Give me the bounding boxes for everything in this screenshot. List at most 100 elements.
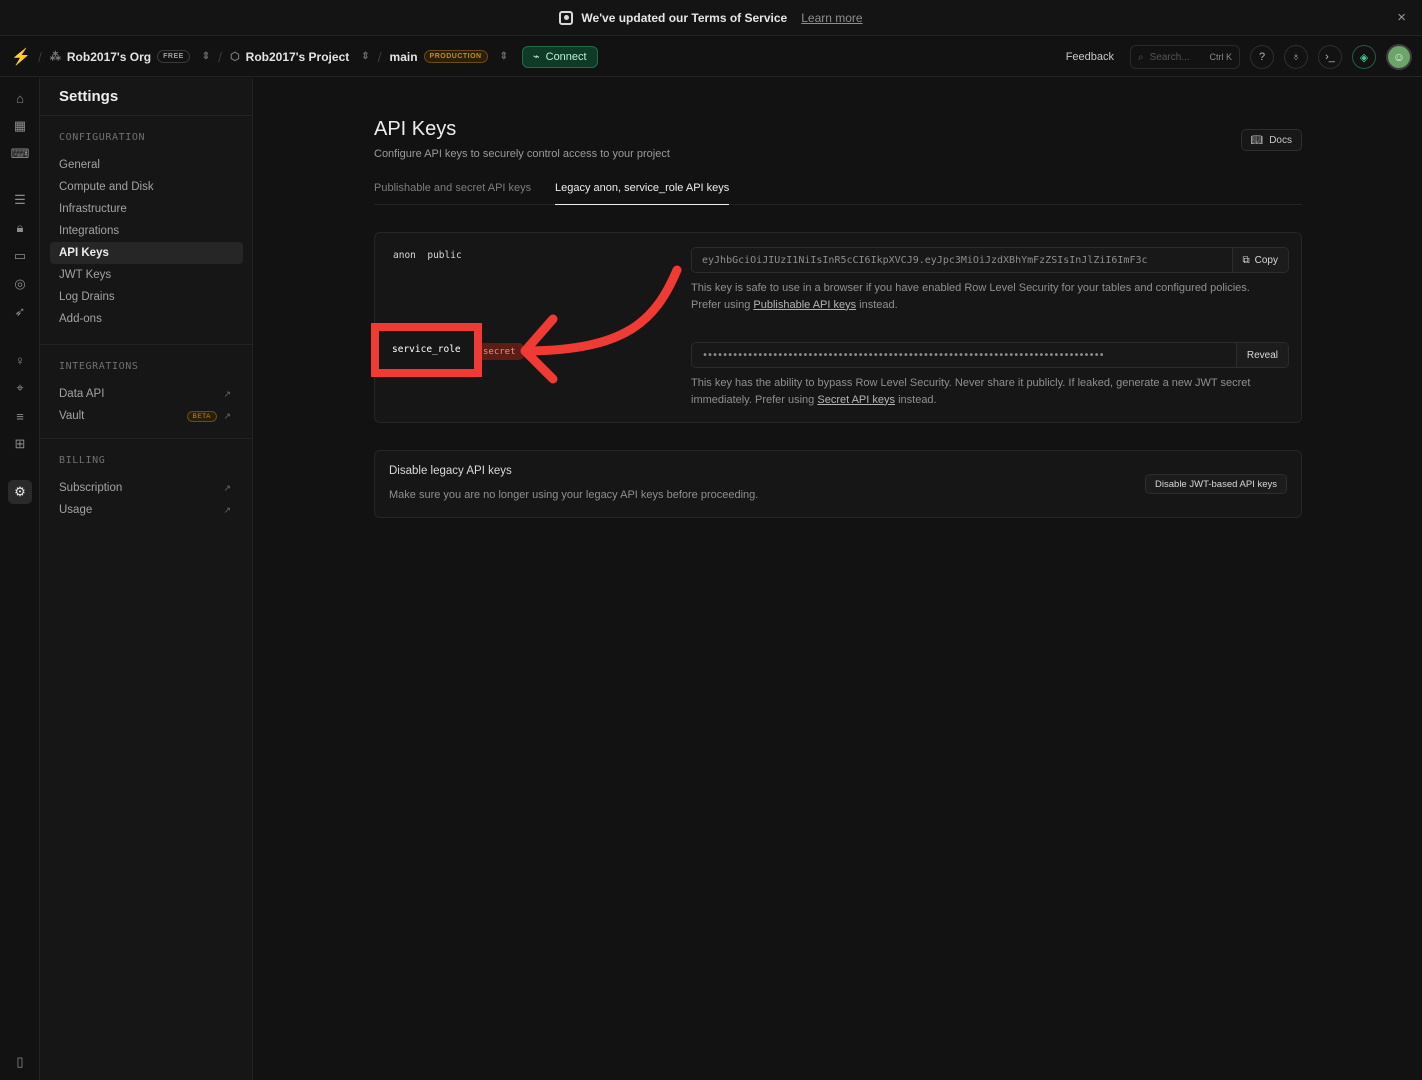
chevron-updown-icon: ⇕ bbox=[201, 51, 211, 62]
branch-name: main bbox=[389, 49, 418, 64]
assistant-icon[interactable]: ◈ bbox=[1352, 45, 1376, 69]
org-name: Rob2017's Org bbox=[66, 49, 152, 64]
plug-icon: ⌁ bbox=[533, 51, 540, 63]
realtime-icon[interactable]: ➶ bbox=[8, 300, 32, 324]
icon-rail: ⌂ ▦ ⌨ ☰ 🔒︎ ▭ ◎ ➶ ♀ ⌖ ≡ ⊞ ⚙ ▯ bbox=[0, 78, 40, 1080]
project-selector[interactable]: ⬡ Rob2017's Project ⇕ bbox=[230, 50, 370, 64]
sidebar-title: Settings bbox=[40, 78, 252, 116]
sidebar-item-integrations[interactable]: Integrations bbox=[50, 220, 243, 242]
auth-lock-icon[interactable]: 🔒︎ bbox=[8, 216, 32, 240]
sql-editor-icon[interactable]: ⌨ bbox=[8, 142, 32, 166]
copy-button[interactable]: ⧉ Copy bbox=[1231, 248, 1288, 272]
sidebar-item-jwt-keys[interactable]: JWT Keys bbox=[50, 264, 243, 286]
chevron-updown-icon: ⇕ bbox=[361, 51, 370, 62]
org-plan-badge: FREE bbox=[157, 50, 190, 63]
docs-button[interactable]: 📖︎ Docs bbox=[1240, 129, 1302, 151]
annotation-arrow-icon bbox=[520, 265, 682, 384]
advisors-lightbulb-icon[interactable]: ♀ bbox=[8, 348, 32, 372]
service-role-key-label: service_role bbox=[392, 344, 461, 355]
sidebar-item-add-ons[interactable]: Add-ons bbox=[50, 308, 243, 330]
beta-badge: BETA bbox=[186, 410, 217, 422]
logs-list-icon[interactable]: ≡ bbox=[8, 404, 32, 428]
org-selector[interactable]: ⁂ Rob2017's Org FREE ⇕ bbox=[50, 50, 210, 64]
anon-key-label: anon public bbox=[393, 250, 462, 261]
sidebar-item-usage[interactable]: Usage ↗ bbox=[50, 499, 243, 521]
settings-sidebar: Settings CONFIGURATION General Compute a… bbox=[40, 78, 253, 1080]
configuration-group: CONFIGURATION General Compute and Disk I… bbox=[40, 132, 253, 330]
production-badge: PRODUCTION bbox=[423, 50, 488, 63]
announcement-icon bbox=[559, 10, 574, 25]
avatar[interactable]: ☺ bbox=[1386, 44, 1412, 70]
disable-legacy-subtitle: Make sure you are no longer using your l… bbox=[389, 489, 759, 501]
anon-key-value[interactable]: eyJhbGciOiJIUzI1NiIsInR5cCI6IkpXVCJ9.eyJ… bbox=[692, 255, 1232, 266]
collapse-sidebar-icon[interactable]: ▯ bbox=[8, 1050, 32, 1074]
publishable-keys-link[interactable]: Publishable API keys bbox=[753, 299, 856, 311]
sidebar-item-label: Usage bbox=[59, 504, 93, 516]
sidebar-item-vault[interactable]: Vault BETA ↗ bbox=[50, 405, 243, 427]
secret-keys-link[interactable]: Secret API keys bbox=[817, 394, 895, 406]
edge-functions-icon[interactable]: ◎ bbox=[8, 272, 32, 296]
integrations-heading: INTEGRATIONS bbox=[59, 361, 139, 372]
sidebar-item-api-keys[interactable]: API Keys bbox=[50, 242, 243, 264]
search-placeholder: Search... bbox=[1149, 51, 1190, 63]
tab-publishable-secret-keys[interactable]: Publishable and secret API keys bbox=[374, 182, 531, 205]
project-icon: ⬡ bbox=[230, 51, 240, 63]
disable-jwt-keys-button[interactable]: Disable JWT-based API keys bbox=[1145, 474, 1287, 494]
sidebar-item-compute-and-disk[interactable]: Compute and Disk bbox=[50, 176, 243, 198]
service-role-key-field[interactable]: ••••••••••••••••••••••••••••••••••••••••… bbox=[691, 342, 1289, 368]
table-editor-icon[interactable]: ▦ bbox=[8, 114, 32, 138]
sidebar-item-label: Subscription bbox=[59, 482, 123, 494]
external-link-icon: ↗ bbox=[223, 388, 231, 399]
reveal-button[interactable]: Reveal bbox=[1235, 343, 1288, 367]
service-role-key-help: This key has the ability to bypass Row L… bbox=[691, 377, 1251, 406]
lightbulb-icon[interactable]: ♁ bbox=[1284, 45, 1308, 69]
home-icon[interactable]: ⌂ bbox=[8, 86, 32, 110]
configuration-heading: CONFIGURATION bbox=[59, 132, 146, 143]
search-input[interactable]: ⌕ Search... Ctrl K bbox=[1130, 45, 1240, 69]
reports-telescope-icon[interactable]: ⌖ bbox=[8, 376, 32, 400]
integrations-group: INTEGRATIONS Data API ↗ Vault BETA ↗ bbox=[40, 361, 253, 427]
search-shortcut: Ctrl K bbox=[1209, 52, 1233, 62]
book-icon: 📖︎ bbox=[1250, 134, 1264, 146]
storage-icon[interactable]: ▭ bbox=[8, 244, 32, 268]
api-keys-tabs: Publishable and secret API keys Legacy a… bbox=[374, 178, 1302, 205]
external-link-icon: ↗ bbox=[223, 410, 231, 421]
sidebar-item-infrastructure[interactable]: Infrastructure bbox=[50, 198, 243, 220]
sidebar-item-subscription[interactable]: Subscription ↗ bbox=[50, 477, 243, 499]
sidebar-item-general[interactable]: General bbox=[50, 154, 243, 176]
terminal-icon[interactable]: ›_ bbox=[1318, 45, 1342, 69]
external-link-icon: ↗ bbox=[223, 482, 231, 493]
sidebar-item-label: Vault bbox=[59, 410, 85, 422]
branch-selector[interactable]: main PRODUCTION ⇕ bbox=[390, 50, 508, 64]
public-tag: public bbox=[427, 250, 462, 261]
anon-key-help: This key is safe to use in a browser if … bbox=[691, 282, 1250, 311]
banner-learn-more-link[interactable]: Learn more bbox=[801, 11, 862, 25]
help-icon[interactable]: ? bbox=[1250, 45, 1274, 69]
integrations-icon[interactable]: ⊞ bbox=[8, 432, 32, 456]
feedback-button[interactable]: Feedback bbox=[1066, 51, 1114, 63]
connect-label: Connect bbox=[545, 50, 587, 63]
sidebar-item-log-drains[interactable]: Log Drains bbox=[50, 286, 243, 308]
supabase-logo-icon[interactable]: ⚡ bbox=[11, 48, 31, 66]
top-navigation-bar: ⚡ / ⁂ Rob2017's Org FREE ⇕ / ⬡ Rob2017's… bbox=[0, 37, 1422, 77]
connect-button[interactable]: ⌁ Connect bbox=[522, 45, 598, 68]
docs-label: Docs bbox=[1269, 134, 1292, 146]
project-name: Rob2017's Project bbox=[245, 49, 350, 64]
org-icon: ⁂ bbox=[49, 51, 61, 63]
disable-legacy-keys-card: Disable legacy API keys Make sure you ar… bbox=[374, 450, 1302, 518]
database-icon[interactable]: ☰ bbox=[8, 188, 32, 212]
divider bbox=[40, 438, 253, 439]
page-title: API Keys bbox=[374, 118, 457, 140]
copy-label: Copy bbox=[1254, 254, 1278, 266]
sidebar-item-data-api[interactable]: Data API ↗ bbox=[50, 383, 243, 405]
banner-text: We've updated our Terms of Service bbox=[581, 10, 788, 25]
tab-legacy-keys[interactable]: Legacy anon, service_role API keys bbox=[555, 182, 730, 205]
settings-gear-icon[interactable]: ⚙ bbox=[8, 480, 32, 504]
billing-group: BILLING Subscription ↗ Usage ↗ bbox=[40, 455, 253, 521]
search-icon: ⌕ bbox=[1138, 51, 1144, 63]
anon-key-field[interactable]: eyJhbGciOiJIUzI1NiIsInR5cCI6IkpXVCJ9.eyJ… bbox=[691, 247, 1289, 273]
service-role-key-value[interactable]: ••••••••••••••••••••••••••••••••••••••••… bbox=[692, 350, 1236, 361]
disable-legacy-title: Disable legacy API keys bbox=[389, 465, 512, 477]
sidebar-item-label: Data API bbox=[59, 388, 105, 400]
close-icon[interactable]: × bbox=[1397, 9, 1406, 26]
